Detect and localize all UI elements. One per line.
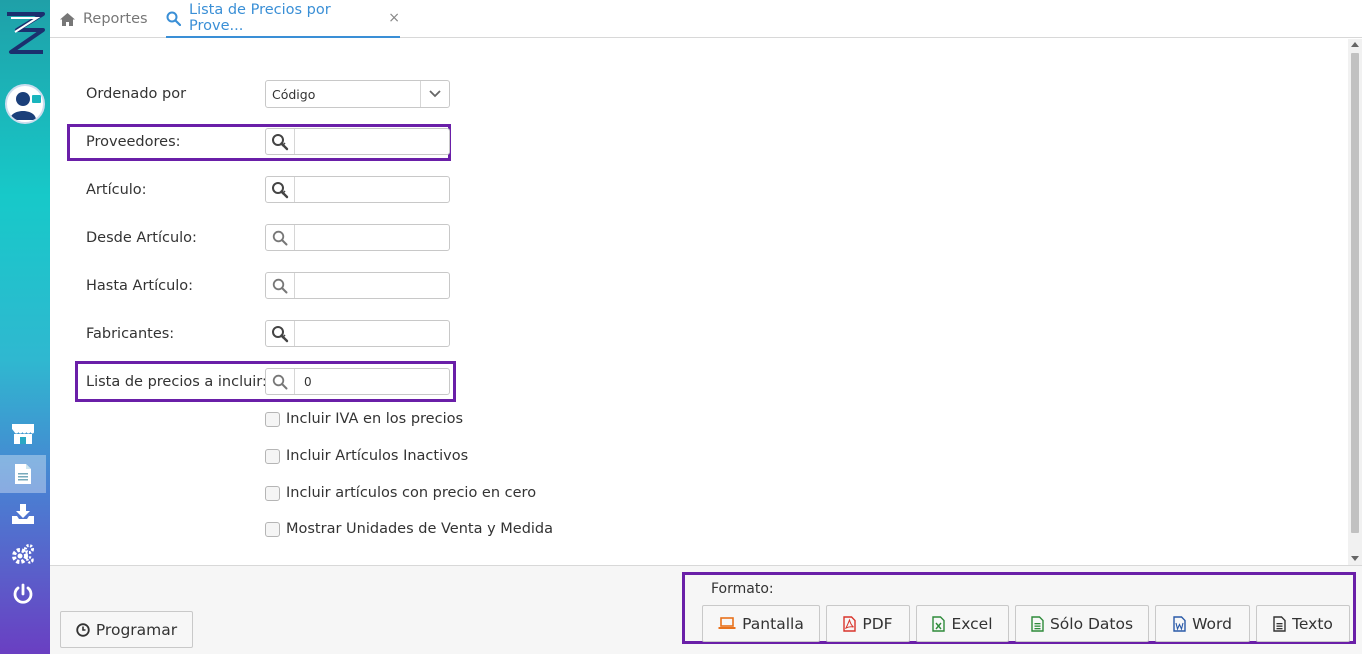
advanced-search-icon: [272, 181, 289, 198]
document-icon: [15, 464, 31, 484]
desde-label: Desde Artículo:: [86, 230, 197, 246]
tab-lista-precios-label: Lista de Precios por Prove...: [189, 2, 331, 34]
chevron-down-icon: [429, 90, 441, 98]
texto-label: Texto: [1292, 614, 1333, 633]
download-icon: [12, 504, 34, 524]
pdf-label: PDF: [862, 614, 893, 633]
sidebar-item-settings[interactable]: [0, 535, 46, 573]
check-label: Incluir Artículos Inactivos: [286, 448, 469, 464]
solo-datos-label: Sólo Datos: [1049, 614, 1134, 633]
scrollbar-thumb[interactable]: [1351, 53, 1359, 533]
word-label: Word: [1192, 614, 1232, 633]
proveedores-label: Proveedores:: [86, 134, 181, 150]
checkbox[interactable]: [265, 411, 280, 427]
checkbox[interactable]: [265, 448, 280, 464]
check-incluir-inactivos[interactable]: Incluir Artículos Inactivos: [265, 448, 468, 464]
check-label: Incluir artículos con precio en cero: [286, 485, 537, 501]
sidebar-item-reports[interactable]: [0, 455, 46, 493]
tab-reportes[interactable]: Reportes: [60, 0, 148, 38]
checkbox[interactable]: [265, 485, 280, 501]
fabricantes-label: Fabricantes:: [86, 326, 175, 342]
articulo-label: Artículo:: [86, 182, 147, 198]
search-icon: [272, 374, 288, 389]
laptop-icon: [718, 617, 736, 629]
pantalla-button[interactable]: Pantalla: [702, 605, 820, 642]
user-icon: [10, 92, 36, 120]
store-icon: [12, 424, 34, 444]
solo-datos-button[interactable]: Sólo Datos: [1015, 605, 1149, 642]
clock-icon: [76, 622, 90, 637]
search-icon: [272, 278, 288, 293]
hasta-label: Hasta Artículo:: [86, 278, 194, 294]
checkbox[interactable]: [265, 521, 280, 537]
check-precio-cero[interactable]: Incluir artículos con precio en cero: [265, 485, 536, 501]
tab-lista-precios[interactable]: Lista de Precios por Prove... ×: [166, 0, 400, 38]
sidebar: [0, 0, 50, 654]
scrollbar[interactable]: [1348, 39, 1362, 565]
ordenado-select[interactable]: Código: [265, 80, 450, 108]
advanced-search-icon: [272, 325, 289, 342]
articulo-input[interactable]: [265, 176, 450, 203]
search-icon: [272, 230, 288, 245]
pdf-file-icon: [843, 615, 857, 632]
home-icon: [60, 12, 75, 26]
logo-icon: [7, 12, 45, 54]
sidebar-item-logout[interactable]: [0, 575, 46, 613]
lista-label: Lista de precios a incluir:: [86, 374, 267, 390]
programar-button[interactable]: Programar: [60, 611, 193, 648]
ordenado-value: Código: [272, 86, 316, 102]
excel-button[interactable]: Excel: [916, 605, 1009, 642]
sidebar-item-download[interactable]: [0, 495, 46, 533]
desde-articulo-input[interactable]: [265, 224, 450, 251]
lista-precios-value: 0: [304, 374, 312, 389]
ordenado-label: Ordenado por: [86, 86, 187, 102]
scroll-down-icon[interactable]: [1351, 556, 1359, 561]
excel-label: Excel: [951, 614, 993, 633]
formato-label: Formato:: [711, 581, 774, 597]
word-button[interactable]: Word: [1155, 605, 1250, 642]
lista-precios-input[interactable]: 0: [265, 368, 450, 395]
word-file-icon: [1173, 615, 1186, 632]
check-incluir-iva[interactable]: Incluir IVA en los precios: [265, 411, 463, 427]
data-file-icon: [1031, 615, 1044, 632]
tab-bar: Reportes Lista de Precios por Prove... ×: [50, 0, 1362, 38]
check-unidades-venta[interactable]: Mostrar Unidades de Venta y Medida: [265, 521, 553, 537]
texto-button[interactable]: Texto: [1256, 605, 1350, 642]
check-label: Incluir IVA en los precios: [286, 411, 464, 427]
settings-icon: [12, 544, 34, 564]
search-icon: [166, 11, 181, 26]
text-file-icon: [1273, 615, 1286, 632]
advanced-search-icon: [272, 133, 289, 150]
hasta-articulo-input[interactable]: [265, 272, 450, 299]
sidebar-item-store[interactable]: [0, 415, 46, 453]
fabricantes-input[interactable]: [265, 320, 450, 347]
pdf-button[interactable]: PDF: [826, 605, 910, 642]
power-icon: [13, 583, 33, 604]
proveedores-input[interactable]: [265, 128, 450, 155]
tab-reportes-label: Reportes: [83, 11, 148, 27]
check-label: Mostrar Unidades de Venta y Medida: [286, 521, 554, 537]
excel-file-icon: [932, 615, 946, 632]
close-icon[interactable]: ×: [388, 10, 400, 26]
report-form: [50, 39, 1348, 565]
programar-label: Programar: [95, 620, 178, 639]
lock-icon: [32, 95, 41, 103]
user-avatar[interactable]: [5, 84, 45, 124]
scroll-up-icon[interactable]: [1351, 42, 1359, 47]
pantalla-label: Pantalla: [742, 614, 804, 633]
